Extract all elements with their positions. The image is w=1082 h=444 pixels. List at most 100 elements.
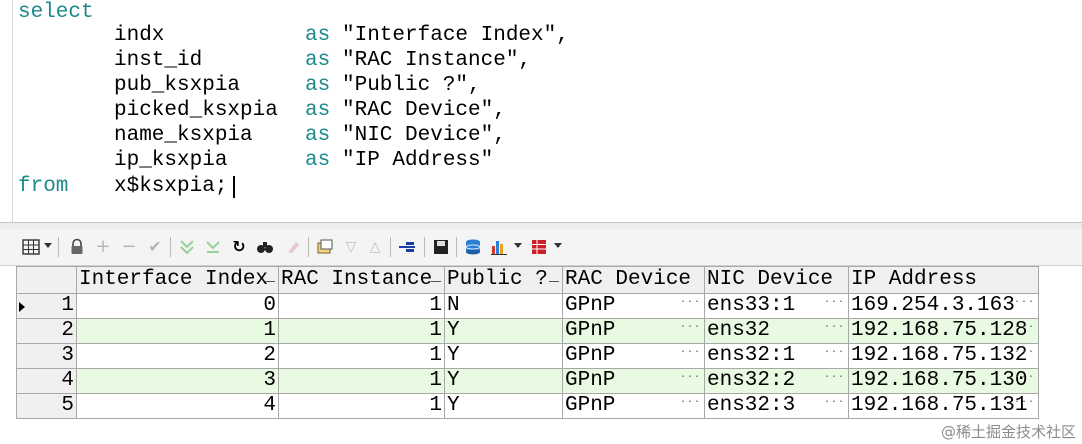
keyword-from: from	[18, 175, 69, 198]
refresh-icon[interactable]: ↻	[230, 238, 248, 256]
table-cell[interactable]: 1	[278, 293, 445, 319]
table-cell[interactable]: GPnP...	[562, 318, 705, 344]
table-cell[interactable]: 1	[278, 343, 445, 369]
table-cell[interactable]: GPnP...	[562, 343, 705, 369]
database-icon[interactable]	[464, 238, 482, 256]
chevron-down-icon[interactable]	[514, 243, 522, 248]
cell-value: GPnP	[565, 344, 616, 368]
table-cell[interactable]: 192.168.75.128...	[848, 318, 1039, 344]
table-cell[interactable]: 1	[278, 393, 445, 419]
cell-value: GPnP	[565, 294, 616, 318]
column-resize-handle[interactable]	[549, 281, 559, 282]
row-number[interactable]: 1	[16, 293, 77, 319]
row-number[interactable]: 2	[16, 318, 77, 344]
table-cell[interactable]: ens32:1...	[704, 343, 849, 369]
table-cell[interactable]: ens32:3...	[704, 393, 849, 419]
grid-icon[interactable]	[22, 238, 40, 256]
connect-icon[interactable]	[398, 238, 416, 256]
chevron-down-icon[interactable]	[554, 243, 562, 248]
table-cell[interactable]: 192.168.75.130...	[848, 368, 1039, 394]
table-row[interactable]: 3 2 1 Y GPnP... ens32:1... 192.168.75.132...	[16, 343, 1039, 369]
table-cell[interactable]: N	[444, 293, 563, 319]
table-cell[interactable]: 192.168.75.131...	[848, 393, 1039, 419]
chart-icon[interactable]	[490, 238, 508, 256]
table-cell[interactable]: GPnP...	[562, 368, 705, 394]
table-cell[interactable]: GPnP...	[562, 393, 705, 419]
table-row[interactable]: 1 0 1 N GPnP... ens33:1... 169.254.3.163...	[16, 293, 1039, 319]
table-cell[interactable]: 1	[278, 368, 445, 394]
cell-edit-ellipsis-icon[interactable]: ...	[680, 371, 701, 381]
cell-edit-ellipsis-icon[interactable]: ...	[680, 296, 701, 306]
row-number[interactable]: 5	[16, 393, 77, 419]
table-cell[interactable]: 4	[76, 393, 279, 419]
column-header[interactable]: IP Address	[848, 266, 1039, 294]
add-icon[interactable]: +	[94, 238, 112, 256]
cell-edit-ellipsis-icon[interactable]: ...	[680, 396, 701, 406]
table-cell[interactable]: 2	[76, 343, 279, 369]
cell-edit-ellipsis-icon[interactable]: ...	[824, 321, 845, 331]
cell-edit-ellipsis-icon[interactable]: ...	[680, 321, 701, 331]
cell-edit-ellipsis-icon[interactable]: ...	[680, 346, 701, 356]
sort-desc-icon[interactable]: ▽	[342, 238, 360, 256]
table-cell[interactable]: 1	[76, 318, 279, 344]
cell-value: 1	[429, 344, 442, 368]
table-row[interactable]: 4 3 1 Y GPnP... ens32:2... 192.168.75.130...	[16, 368, 1039, 394]
cell-edit-ellipsis-icon[interactable]: ...	[1014, 321, 1035, 331]
column-header[interactable]: RAC Device	[562, 266, 705, 294]
cell-value: ens33:1	[707, 294, 796, 318]
sql-editor[interactable]: select indx as "Interface Index", inst_i…	[0, 0, 1082, 222]
column-header-label: RAC Instance	[281, 268, 433, 291]
cell-value: 192.168.75.128	[851, 319, 1028, 343]
lock-icon[interactable]	[68, 238, 86, 256]
sort-asc-icon[interactable]: △	[366, 238, 384, 256]
find-icon[interactable]	[256, 238, 274, 256]
column-header[interactable]: Public ?	[444, 266, 563, 294]
cell-edit-ellipsis-icon[interactable]: ...	[1014, 371, 1035, 381]
column-resize-handle[interactable]	[265, 281, 275, 282]
cell-value: 1	[429, 369, 442, 393]
export-icon[interactable]	[316, 238, 334, 256]
cell-value: 192.168.75.132	[851, 344, 1028, 368]
clear-icon[interactable]	[284, 238, 302, 256]
table-cell[interactable]: 169.254.3.163...	[848, 293, 1039, 319]
check-icon[interactable]: ✔	[146, 238, 164, 256]
table-cell[interactable]: Y	[444, 343, 563, 369]
table-cell[interactable]: Y	[444, 368, 563, 394]
text-caret	[233, 176, 235, 198]
column-header[interactable]: NIC Device	[704, 266, 849, 294]
column-resize-handle[interactable]	[431, 281, 441, 282]
result-grid: Interface Index RAC Instance Public ? RA…	[0, 266, 1082, 444]
table-cell[interactable]: Y	[444, 318, 563, 344]
table-cell[interactable]: ens33:1...	[704, 293, 849, 319]
cell-edit-ellipsis-icon[interactable]: ...	[1014, 296, 1035, 306]
table-row[interactable]: 5 4 1 Y GPnP... ens32:3... 192.168.75.131...	[16, 393, 1039, 419]
table-cell[interactable]: 192.168.75.132...	[848, 343, 1039, 369]
remove-icon[interactable]: −	[120, 238, 138, 256]
chevron-down-icon[interactable]	[44, 243, 52, 248]
row-number[interactable]: 4	[16, 368, 77, 394]
table-cell[interactable]: 1	[278, 318, 445, 344]
save-icon[interactable]	[432, 238, 450, 256]
table-row[interactable]: 2 1 1 Y GPnP... ens32... 192.168.75.128...	[16, 318, 1039, 344]
filter-clear-icon[interactable]	[204, 238, 222, 256]
table-cell[interactable]: ens32:2...	[704, 368, 849, 394]
table-cell[interactable]: Y	[444, 393, 563, 419]
cell-edit-ellipsis-icon[interactable]: ...	[824, 396, 845, 406]
cell-value: ens32:1	[707, 344, 796, 368]
column-header[interactable]: Interface Index	[76, 266, 279, 294]
row-number[interactable]: 3	[16, 343, 77, 369]
table-cell[interactable]: 0	[76, 293, 279, 319]
table-cell[interactable]: 3	[76, 368, 279, 394]
filter-icon[interactable]	[178, 238, 196, 256]
cell-edit-ellipsis-icon[interactable]: ...	[824, 371, 845, 381]
cell-edit-ellipsis-icon[interactable]: ...	[824, 296, 845, 306]
cell-edit-ellipsis-icon[interactable]: ...	[1014, 396, 1035, 406]
table-cell[interactable]: ens32...	[704, 318, 849, 344]
cell-edit-ellipsis-icon[interactable]: ...	[824, 346, 845, 356]
cell-edit-ellipsis-icon[interactable]: ...	[1014, 346, 1035, 356]
code-line-7-col: ip_ksxpia	[114, 149, 228, 172]
table-icon[interactable]	[530, 238, 548, 256]
grid-corner[interactable]	[16, 266, 77, 294]
table-cell[interactable]: GPnP...	[562, 293, 705, 319]
column-header[interactable]: RAC Instance	[278, 266, 445, 294]
